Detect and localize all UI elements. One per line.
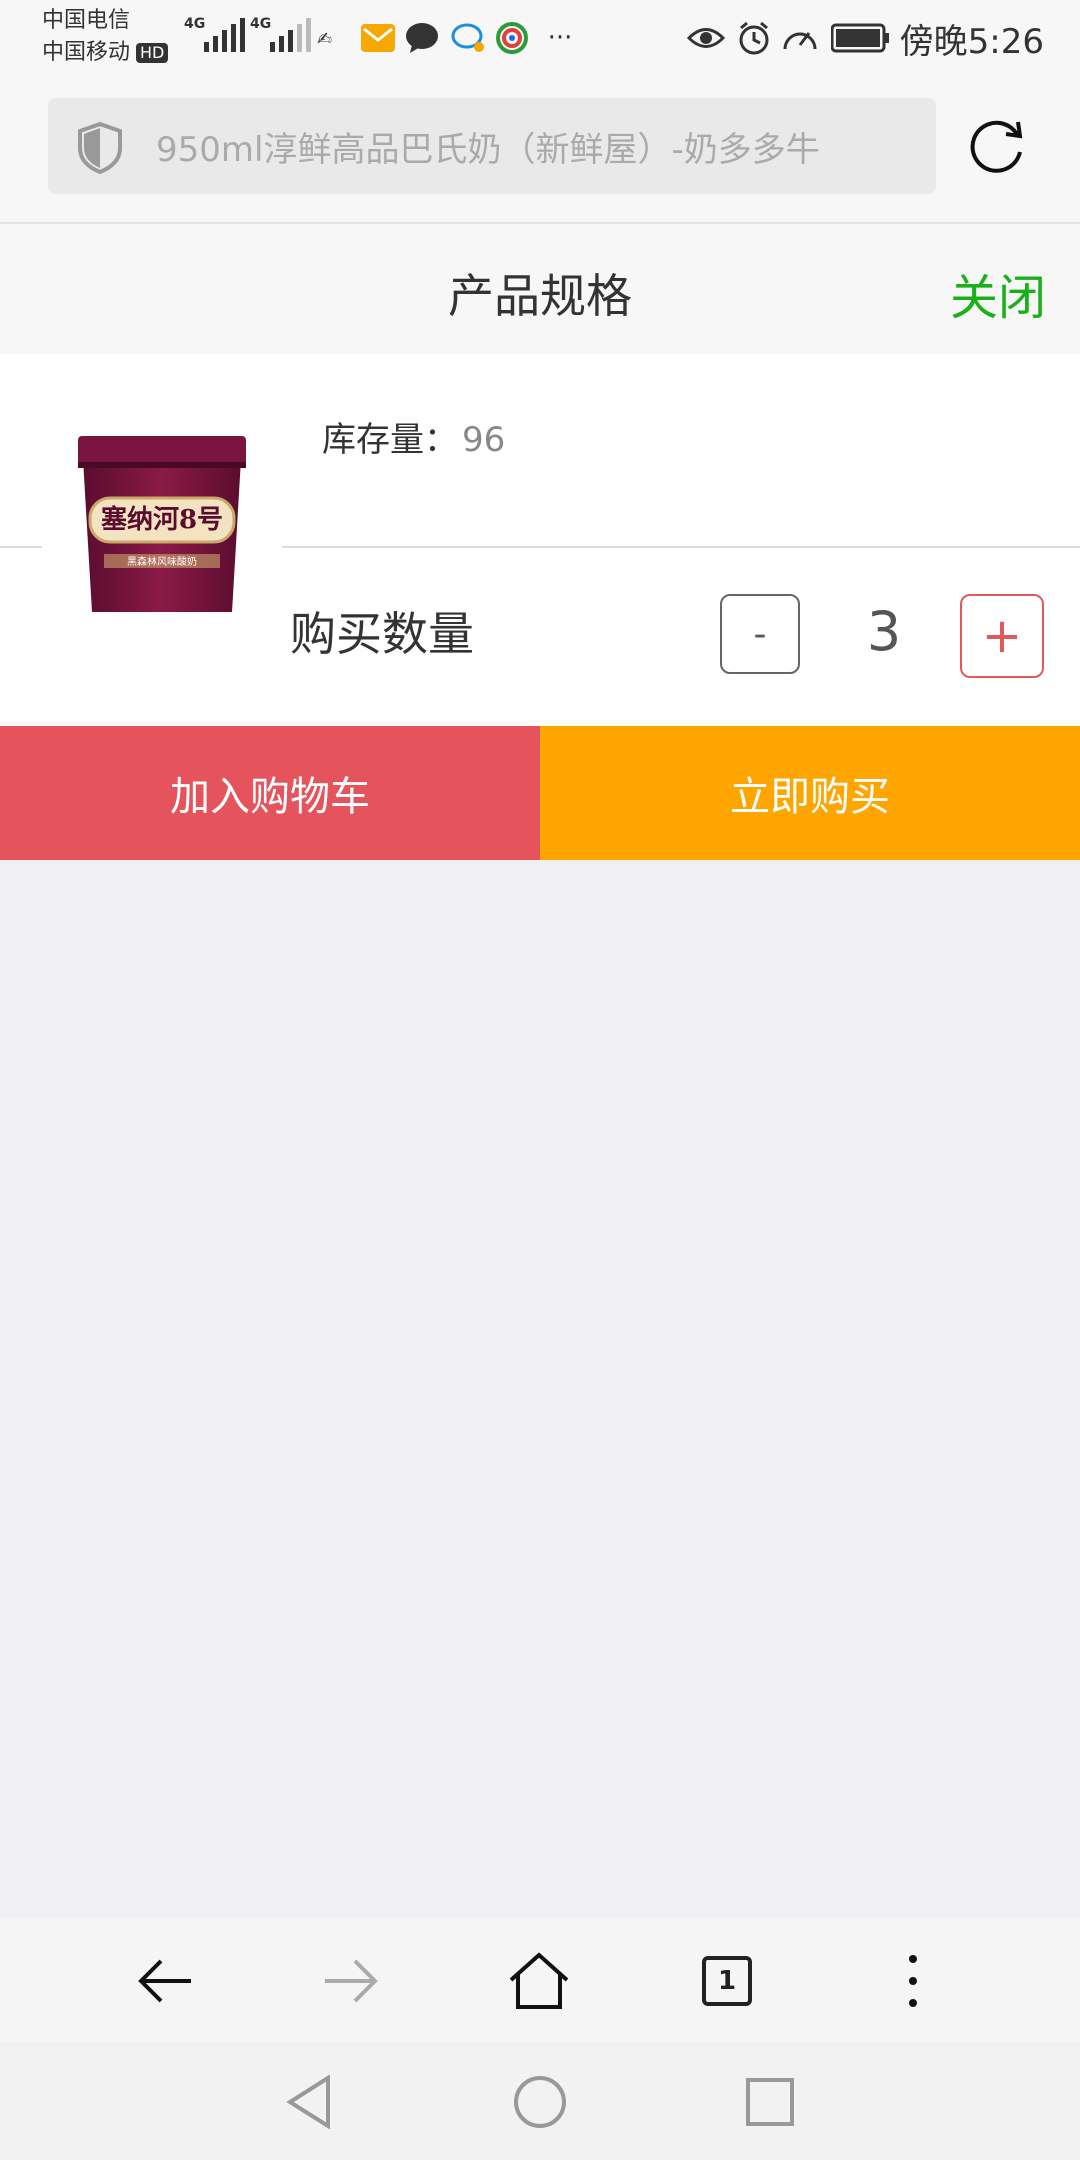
page-title: 产品规格 — [448, 269, 632, 323]
forward-arrow-icon[interactable] — [316, 1946, 386, 2016]
colorful-app-icon — [492, 18, 532, 58]
tab-count: 1 — [702, 1956, 752, 2006]
browser-address-bar: 950ml淳鲜高品巴氏奶（新鲜屋）-奶多多牛 — [0, 76, 1080, 224]
product-cup-image: 塞纳河8号 黑森林风味酸奶 — [78, 436, 246, 612]
signal-2: 4G — [250, 16, 311, 52]
add-to-cart-button[interactable]: 加入购物车 — [0, 726, 540, 860]
quantity-plus-button[interactable]: + — [960, 594, 1044, 678]
battery-icon — [830, 18, 892, 58]
close-button[interactable]: 关闭 — [950, 258, 1046, 328]
product-thumbnail: 塞纳河8号 黑森林风味酸奶 — [42, 388, 282, 624]
url-field[interactable]: 950ml淳鲜高品巴氏奶（新鲜屋）-奶多多牛 — [48, 98, 936, 194]
browser-bottom-bar: 1 — [0, 1918, 1080, 2042]
tabs-icon[interactable]: 1 — [692, 1946, 762, 2016]
back-arrow-icon[interactable] — [130, 1946, 200, 2016]
chat-icon — [402, 18, 442, 58]
signal-bars-icon — [204, 18, 245, 52]
network-type-1: 4G — [184, 16, 206, 32]
eye-icon — [686, 18, 726, 58]
stock-row: 库存量： 96 — [322, 412, 505, 461]
action-buttons: 加入购物车 立即购买 — [0, 726, 1080, 860]
svg-text:✍: ✍ — [317, 29, 332, 50]
spec-panel-content: 塞纳河8号 黑森林风味酸奶 库存量： 96 购买数量 - 3 + — [0, 354, 1080, 726]
hd-badge: HD — [136, 43, 169, 63]
app-notification-icon: ✍ — [312, 18, 352, 58]
more-vertical-icon[interactable] — [878, 1946, 948, 2016]
stock-value: 96 — [462, 420, 506, 460]
message-bubble-icon — [448, 18, 488, 58]
signal-bars-icon — [270, 18, 311, 52]
product-sub-text: 黑森林风味酸奶 — [127, 555, 197, 568]
speedometer-icon — [780, 18, 820, 58]
carrier-1: 中国电信 — [42, 8, 131, 33]
reload-icon[interactable] — [966, 116, 1028, 178]
stock-label: 库存量： — [322, 420, 458, 460]
url-text: 950ml淳鲜高品巴氏奶（新鲜屋）-奶多多牛 — [156, 130, 820, 170]
quantity-value[interactable]: 3 — [836, 600, 932, 663]
home-circle-icon[interactable] — [510, 2072, 570, 2132]
carrier-2-row: 中国移动 HD — [42, 40, 169, 66]
system-navigation-bar — [0, 2042, 1080, 2160]
alarm-icon — [734, 18, 774, 58]
spec-panel-header: 产品规格 关闭 — [0, 224, 1080, 354]
clock-time: 傍晚5:26 — [899, 22, 1044, 62]
home-icon[interactable] — [504, 1946, 574, 2016]
network-type-2: 4G — [250, 16, 272, 32]
buy-now-button[interactable]: 立即购买 — [540, 726, 1080, 860]
product-brand-text: 塞纳河8号 — [101, 504, 223, 535]
recents-square-icon[interactable] — [740, 2072, 800, 2132]
more-notifications-icon: ··· — [547, 23, 573, 53]
quantity-label: 购买数量 — [290, 607, 474, 661]
carrier-2: 中国移动 — [42, 40, 131, 65]
back-triangle-icon[interactable] — [280, 2072, 340, 2132]
shield-icon[interactable] — [76, 121, 124, 175]
mail-icon — [358, 18, 398, 58]
signal-1: 4G — [184, 16, 245, 52]
status-bar: 中国电信 中国移动 HD 4G 4G ✍ ··· 傍晚5:26 — [0, 0, 1080, 76]
quantity-minus-button[interactable]: - — [720, 594, 800, 674]
